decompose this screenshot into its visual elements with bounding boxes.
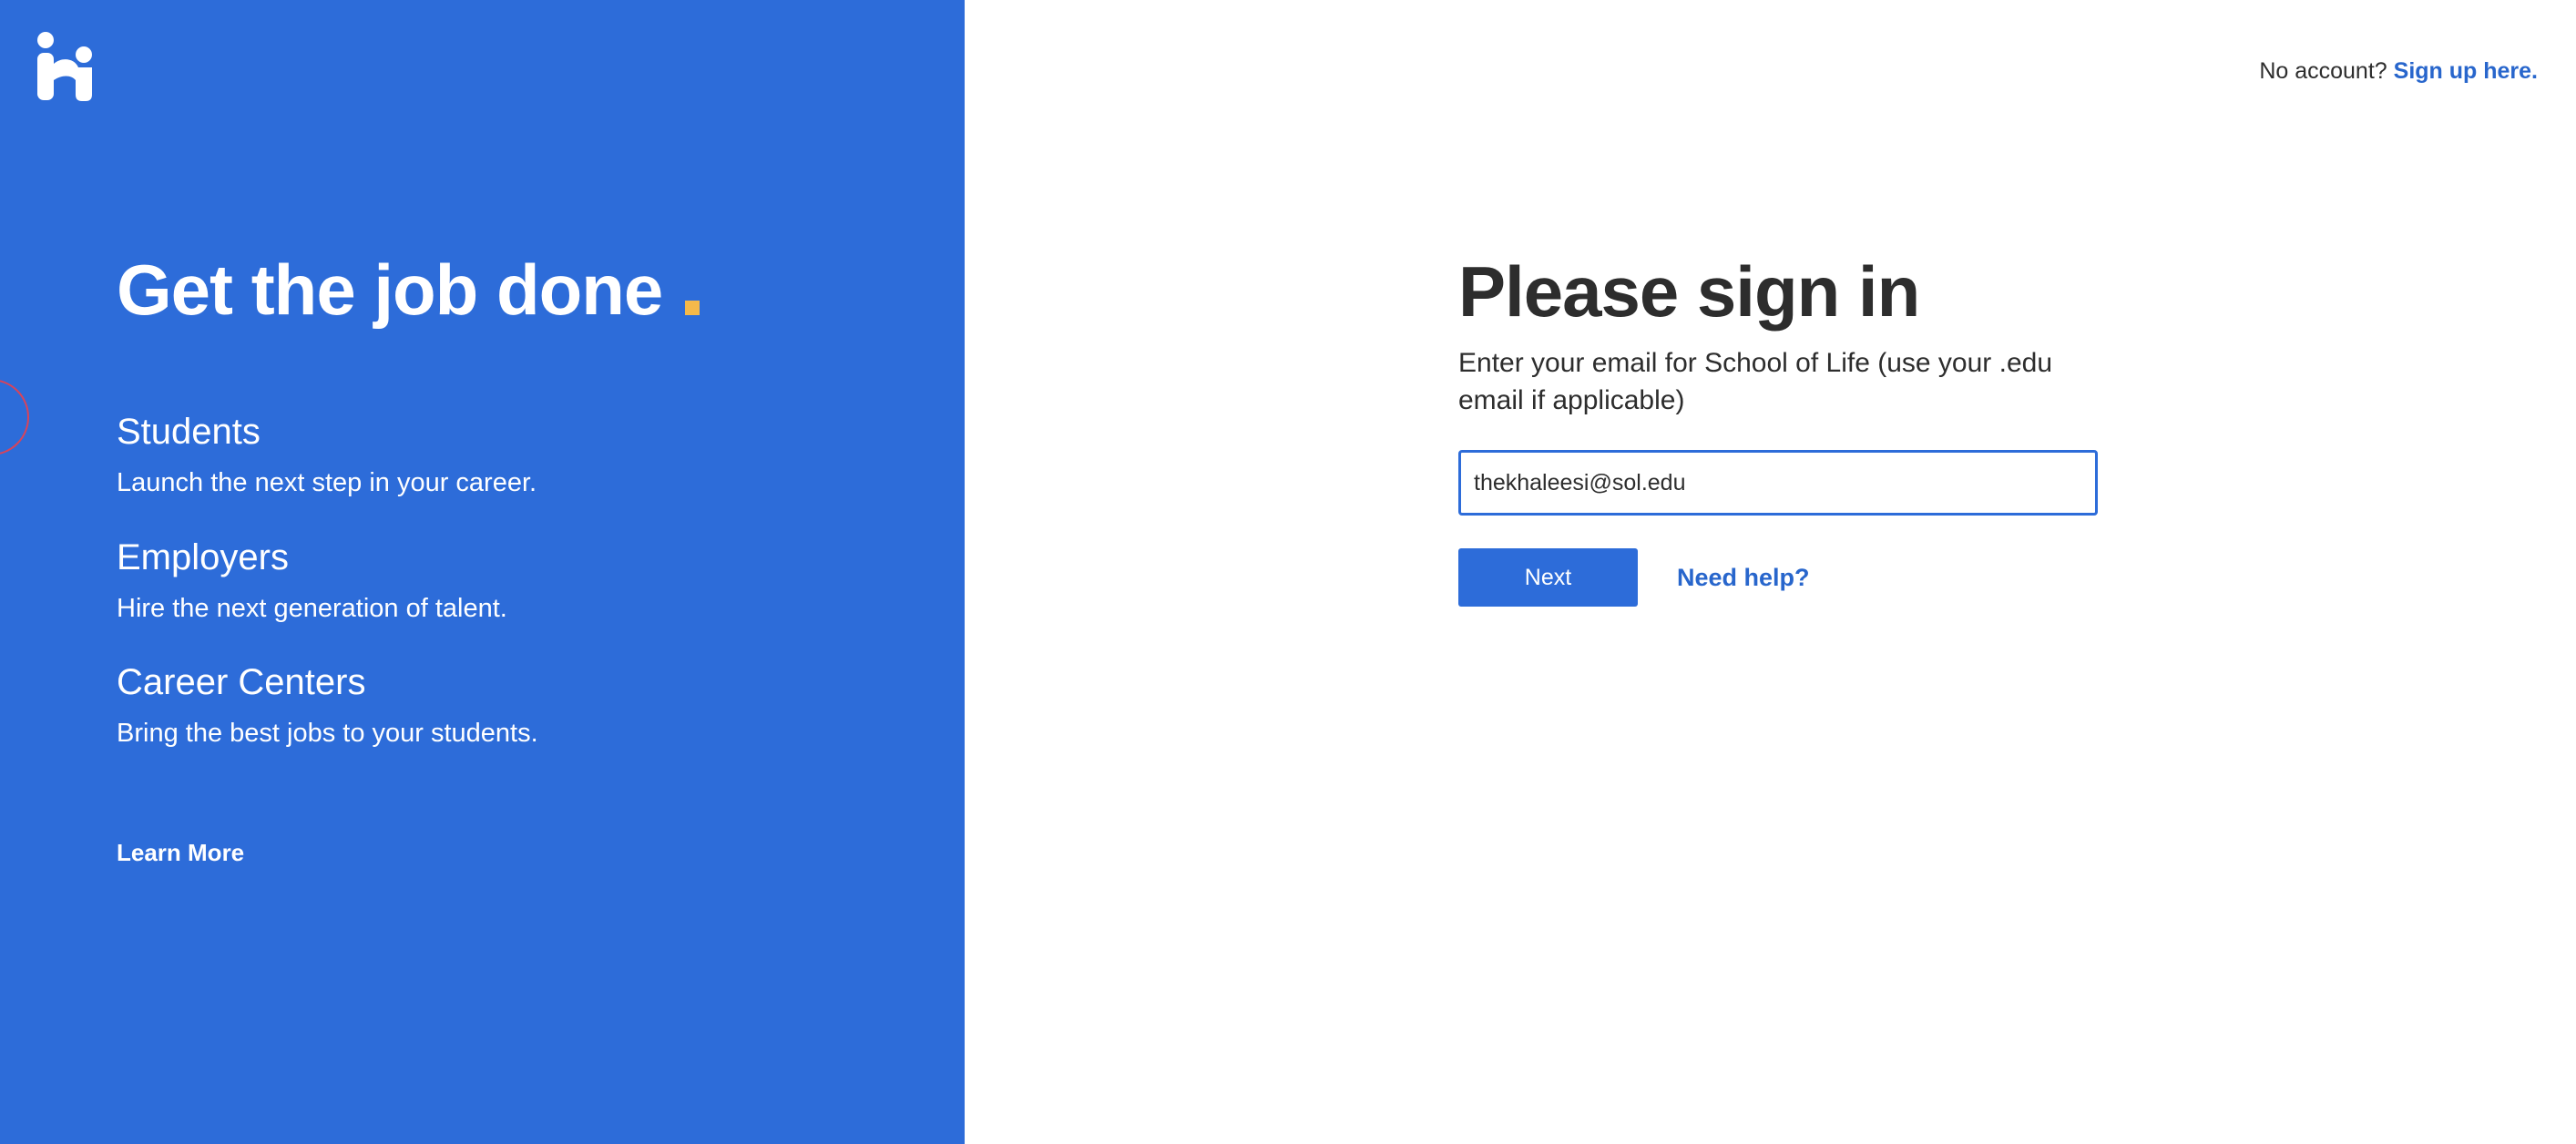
signin-instructions: Enter your email for School of Life (use… [1458,348,2053,415]
no-account-text: No account? [2259,58,2387,84]
audience-career-centers: Career Centers Bring the best jobs to yo… [117,659,936,751]
audience-title: Employers [117,537,289,577]
page: Get the job done Students Launch the nex… [0,0,2576,1144]
audience-employers: Employers Hire the next generation of ta… [117,534,936,627]
audience-title: Career Centers [117,662,366,702]
marketing-panel: Get the job done Students Launch the nex… [0,0,965,1144]
signup-prompt: No account? Sign up here. [2259,56,2538,86]
hero-headline: Get the job done [117,250,663,330]
audience-description: Hire the next generation of talent. [117,594,507,623]
next-button[interactable]: Next [1458,548,1638,607]
audience-students: Students Launch the next step in your ca… [117,408,936,501]
audience-description: Launch the next step in your career. [117,468,537,497]
form-actions: Next Need help? [1458,548,2114,607]
audience-description: Bring the best jobs to your students. [117,719,538,748]
headline-accent-dot [685,301,700,315]
cursor-indicator [0,379,29,455]
need-help-link[interactable]: Need help? [1677,564,1810,592]
learn-more-link[interactable]: Learn More [117,836,244,869]
email-field[interactable] [1458,450,2098,516]
signin-form: Please sign in Enter your email for Scho… [1458,248,2114,607]
signin-panel: No account? Sign up here. Please sign in… [965,0,2576,1144]
signup-link[interactable]: Sign up here. [2394,58,2538,84]
audience-title: Students [117,412,261,452]
handshake-logo-icon[interactable] [35,31,95,102]
page-title: Please sign in [1458,251,1920,332]
